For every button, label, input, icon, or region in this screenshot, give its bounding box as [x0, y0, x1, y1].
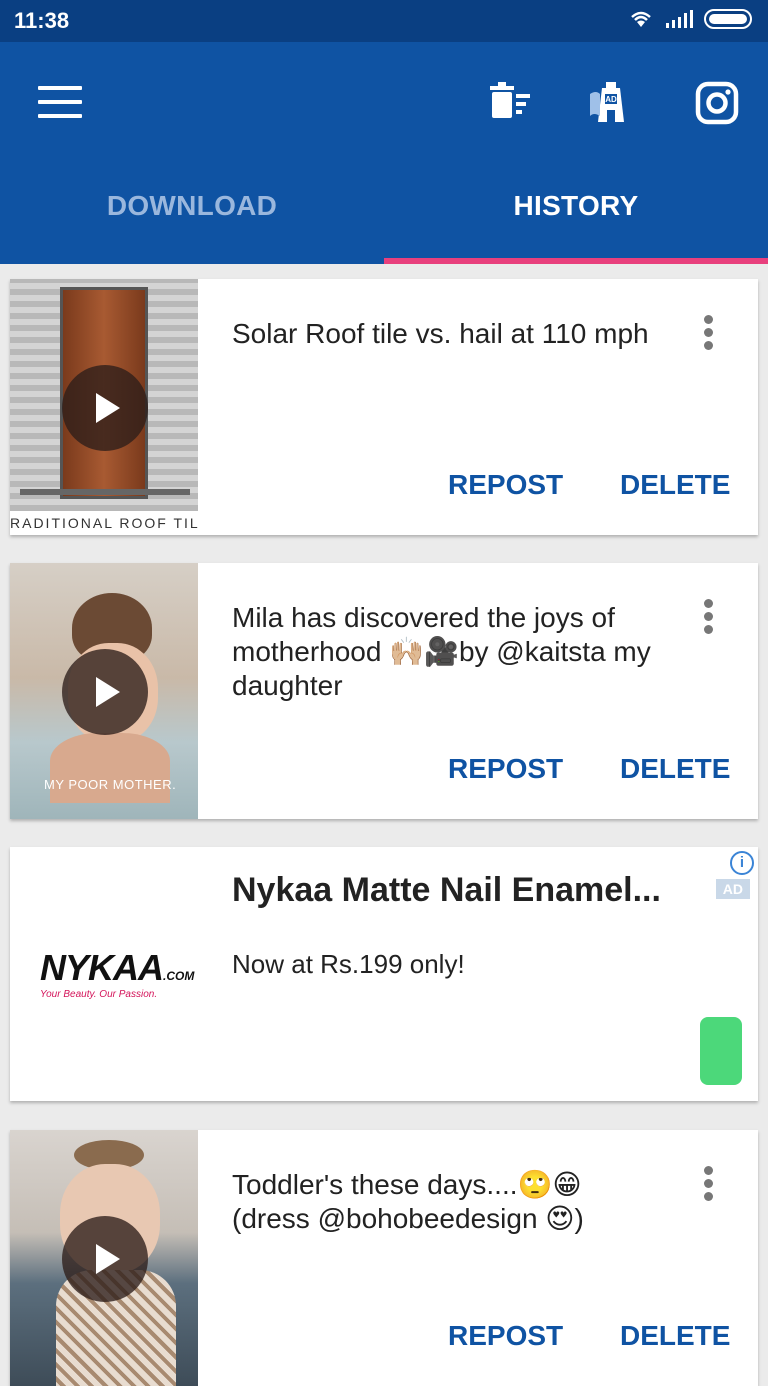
- play-icon[interactable]: [62, 1216, 148, 1302]
- delete-button[interactable]: DELETE: [620, 469, 730, 501]
- play-icon[interactable]: [62, 649, 148, 735]
- instagram-icon[interactable]: [692, 78, 742, 128]
- svg-text:AD: AD: [605, 95, 617, 104]
- video-title: Mila has discovered the joys of motherho…: [232, 602, 651, 701]
- signal-icon: [666, 10, 693, 28]
- more-options-icon[interactable]: [704, 315, 714, 355]
- battery-icon: [704, 9, 752, 29]
- wifi-icon: [631, 11, 651, 27]
- more-options-icon[interactable]: [704, 599, 714, 639]
- delete-button[interactable]: DELETE: [620, 1320, 730, 1352]
- thumbnail-caption: RADITIONAL ROOF TIL: [10, 511, 198, 535]
- video-title: Toddler's these days....🙄😁 (dress @bohob…: [232, 1169, 584, 1234]
- play-icon[interactable]: [62, 365, 148, 451]
- nykaa-logo-text: NYKAA.COM: [40, 947, 195, 988]
- history-card: Toddler's these days....🙄😁 (dress @bohob…: [10, 1130, 758, 1386]
- remove-ads-icon[interactable]: AD: [586, 78, 636, 128]
- video-thumbnail[interactable]: RADITIONAL ROOF TIL: [10, 279, 198, 535]
- thumbnail-caption: MY POOR MOTHER.: [44, 777, 177, 792]
- repost-button[interactable]: REPOST: [448, 469, 563, 501]
- more-options-icon[interactable]: [704, 1166, 714, 1206]
- video-thumbnail[interactable]: MY POOR MOTHER.: [10, 563, 198, 819]
- clear-history-icon[interactable]: [486, 78, 536, 128]
- ad-cta-button[interactable]: [700, 1017, 742, 1085]
- ad-info-icon[interactable]: i: [730, 851, 754, 875]
- app-bar: AD DOWNLOAD HISTORY: [0, 42, 768, 264]
- history-card: RADITIONAL ROOF TIL Solar Roof tile vs. …: [10, 279, 758, 535]
- repost-button[interactable]: REPOST: [448, 753, 563, 785]
- video-title: Solar Roof tile vs. hail at 110 mph: [232, 318, 649, 349]
- tab-download[interactable]: DOWNLOAD: [0, 190, 384, 222]
- ad-card[interactable]: NYKAA.COM Your Beauty. Our Passion. Nyka…: [10, 847, 758, 1101]
- tab-history[interactable]: HISTORY: [384, 190, 768, 222]
- ad-title[interactable]: Nykaa Matte Nail Enamel...: [232, 871, 661, 910]
- status-bar: 11:38: [0, 0, 768, 42]
- menu-icon[interactable]: [38, 86, 82, 120]
- history-card: MY POOR MOTHER. Mila has discovered the …: [10, 563, 758, 819]
- delete-button[interactable]: DELETE: [620, 753, 730, 785]
- status-icons: [628, 8, 756, 30]
- nykaa-logo-tagline: Your Beauty. Our Passion.: [40, 989, 158, 1000]
- repost-button[interactable]: REPOST: [448, 1320, 563, 1352]
- ad-subtitle: Now at Rs.199 only!: [232, 949, 465, 979]
- status-time: 11:38: [14, 8, 70, 33]
- ad-badge: AD: [715, 879, 750, 899]
- tab-indicator: [384, 258, 768, 264]
- video-thumbnail[interactable]: [10, 1130, 198, 1386]
